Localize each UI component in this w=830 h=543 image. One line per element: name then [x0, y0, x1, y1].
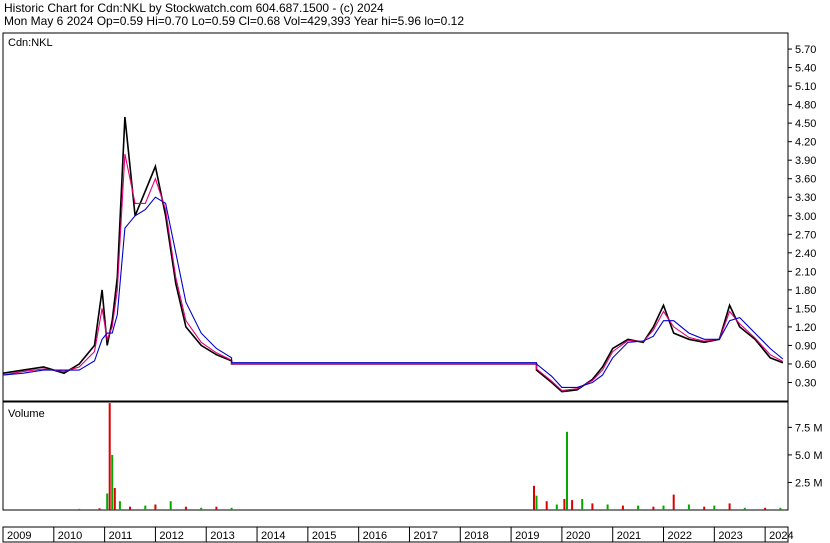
x-tick-label: 2022: [668, 530, 692, 542]
volume-bar: [533, 485, 535, 510]
volume-bar: [184, 506, 187, 510]
price-y-tick-label: 5.10: [795, 81, 816, 93]
price-y-tick-label: 4.20: [795, 137, 816, 149]
volume-bar: [169, 501, 172, 510]
price-y-tick-label: 4.80: [795, 100, 816, 112]
volume-bar: [662, 505, 665, 510]
volume-bar: [637, 505, 640, 510]
price-y-tick-label: 0.90: [795, 340, 816, 352]
volume-bar: [154, 504, 157, 510]
price-y-tick-label: 1.20: [795, 322, 816, 334]
price-y-tick-label: 3.30: [795, 192, 816, 204]
price-y-tick-label: 1.80: [795, 285, 816, 297]
x-tick-label: 2024: [769, 530, 793, 542]
x-tick-label: 2016: [363, 530, 387, 542]
x-tick-label: 2018: [464, 530, 488, 542]
x-tick-label: 2010: [58, 530, 82, 542]
x-tick-label: 2014: [261, 530, 285, 542]
volume-bar: [111, 454, 114, 510]
price-y-tick-label: 3.60: [795, 174, 816, 186]
price-y-tick-label: 1.50: [795, 303, 816, 315]
volume-bar: [728, 503, 731, 510]
volume-bar: [743, 507, 746, 510]
volume-y-tick-label: 2.5 M: [795, 477, 823, 489]
x-tick-label: 2009: [7, 530, 31, 542]
volume-bar: [764, 507, 767, 510]
price-y-tick-label: 0.30: [795, 377, 816, 389]
volume-panel-title: Volume: [8, 408, 45, 420]
price-y-tick-label: 4.50: [795, 118, 816, 130]
volume-bar: [687, 504, 690, 510]
price-y-tick-label: 2.70: [795, 229, 816, 241]
volume-bar: [606, 504, 609, 510]
x-tick-label: 2013: [210, 530, 234, 542]
price-y-tick-label: 2.10: [795, 266, 816, 278]
x-tick-label: 2019: [515, 530, 539, 542]
stock-chart: Cdn:NKL 0.30 0.60 0.90 1.20 1.50 1.80 2.10 2.40…: [2, 32, 823, 543]
x-tick-label: 2015: [312, 530, 336, 542]
x-tick-label: 2021: [617, 530, 641, 542]
volume-bar: [230, 507, 233, 510]
volume-panel: [2, 401, 789, 511]
volume-bar: [563, 499, 566, 510]
price-y-tick-label: 5.40: [795, 63, 816, 75]
volume-bar: [113, 488, 116, 510]
volume-bar: [621, 505, 624, 510]
x-tick-label: 2020: [566, 530, 590, 542]
volume-bar: [672, 494, 675, 510]
volume-bar: [581, 499, 584, 510]
volume-y-axis: 2.5 M 5.0 M 7.5 M: [788, 422, 823, 489]
price-y-tick-label: 5.70: [795, 44, 816, 56]
volume-bar: [98, 508, 101, 510]
volume-bar: [571, 500, 574, 510]
volume-bar: [106, 493, 109, 510]
volume-bar: [591, 503, 594, 510]
x-tick-label: 2011: [109, 530, 133, 542]
volume-bar: [215, 506, 218, 510]
volume-bar: [566, 431, 568, 510]
volume-bar: [703, 506, 706, 510]
volume-bar: [652, 506, 655, 510]
price-y-tick-label: 3.90: [795, 155, 816, 167]
volume-bar: [108, 403, 111, 510]
volume-bar: [555, 504, 558, 510]
x-tick-label: 2017: [413, 530, 437, 542]
volume-bar: [535, 495, 538, 510]
volume-bar: [779, 507, 782, 510]
x-tick-label: 2023: [718, 530, 742, 542]
price-y-axis: 0.30 0.60 0.90 1.20 1.50 1.80 2.10 2.40 2.70 3.00…: [788, 44, 816, 389]
price-y-tick-label: 3.00: [795, 211, 816, 223]
volume-bar: [200, 507, 203, 510]
volume-bar: [78, 508, 81, 510]
price-y-tick-label: 0.60: [795, 359, 816, 371]
price-panel-title: Cdn:NKL: [8, 37, 53, 49]
volume-bar: [129, 506, 131, 510]
volume-bar: [545, 501, 548, 510]
volume-bar: [144, 505, 147, 510]
volume-bar: [118, 501, 121, 510]
volume-y-tick-label: 7.5 M: [795, 422, 823, 434]
volume-bar: [713, 505, 716, 510]
volume-y-tick-label: 5.0 M: [795, 450, 823, 462]
price-y-tick-label: 2.40: [795, 248, 816, 260]
x-tick-label: 2012: [159, 530, 183, 542]
